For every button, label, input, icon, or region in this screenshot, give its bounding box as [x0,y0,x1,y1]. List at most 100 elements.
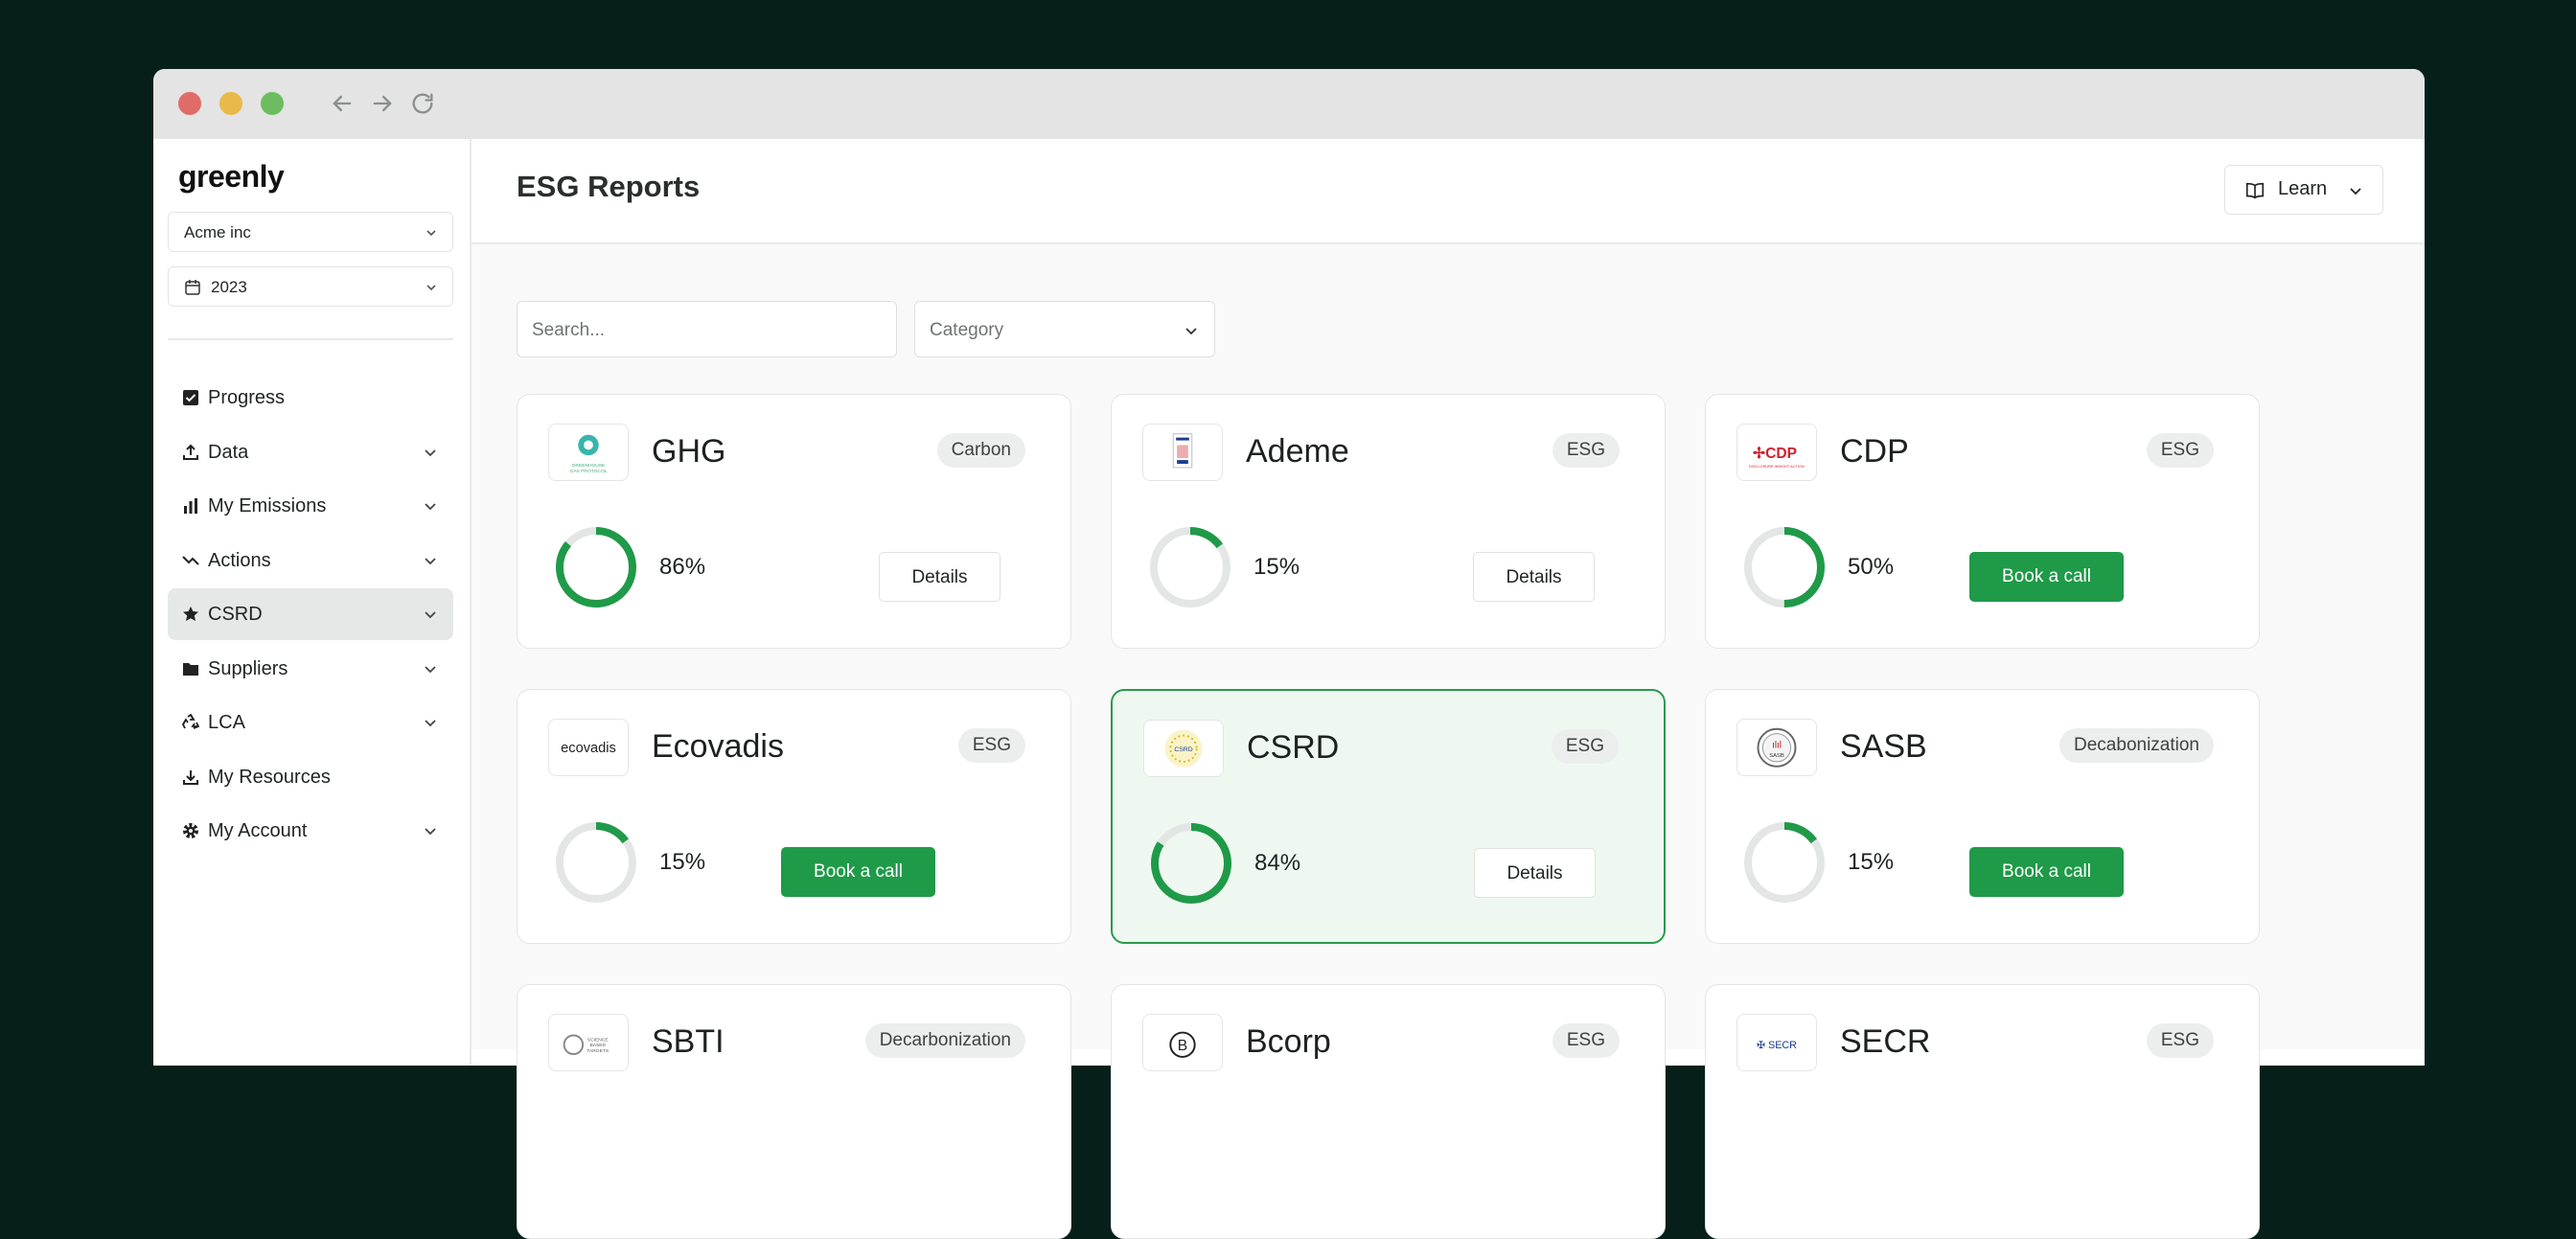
progress-percent: 86% [659,554,706,580]
chevron-down-icon [425,557,436,564]
report-name: CSRD [1247,729,1340,766]
category-select[interactable]: Category [914,301,1215,357]
book-a-call-button[interactable]: Book a call [1969,552,2124,602]
category-badge: Decabonization [2059,728,2214,763]
progress-percent: 15% [1848,849,1895,875]
sasb-logo: ılıl SASB [1736,719,1817,776]
svg-text:CSRD: CSRD [1174,746,1192,753]
progress-ring [1744,527,1825,608]
ecovadis-logo: ecovadis [548,719,629,776]
progress-percent: 84% [1254,850,1301,876]
report-name: SECR [1840,1023,1931,1060]
sidebar-item-label: Actions [208,549,271,571]
chevron-down-icon [425,448,436,456]
download-icon [182,769,199,786]
details-button[interactable]: Details [1473,552,1595,602]
sidebar-item-my-resources[interactable]: My Resources [168,751,453,803]
svg-text:GREENHOUSE: GREENHOUSE [572,463,606,469]
sidebar-item-label: My Account [208,820,308,841]
svg-text:SASB: SASB [1769,753,1784,759]
svg-text:BASED: BASED [589,1043,606,1048]
progress-ring [1744,822,1825,903]
chevron-down-icon [426,230,436,237]
sidebar-item-label: CSRD [208,604,263,625]
search-input[interactable]: Search... [517,301,897,357]
sidebar-item-csrd[interactable]: CSRD [168,588,453,640]
upload-icon [182,444,199,461]
folder-icon [182,660,199,677]
ghg-protocol-logo: GREENHOUSE GAS PROTOCOL [548,424,629,481]
search-placeholder: Search... [532,320,606,340]
report-card-ecovadis[interactable]: ecovadisecovadisEcovadisESG15%Book a cal… [517,689,1071,944]
progress-percent: 15% [1254,554,1300,580]
svg-text:B: B [1178,1038,1187,1054]
report-card-bcorp[interactable]: B Bcorp ESG [1111,984,1666,1239]
page-header [472,139,2425,244]
svg-text:ecovadis: ecovadis [561,741,616,756]
category-badge: ESG [1552,1023,1620,1058]
learn-button[interactable]: Learn [2224,165,2383,215]
report-name: SBTI [652,1023,724,1060]
sidebar-item-my-account[interactable]: My Account [168,805,453,857]
forward-icon[interactable] [369,90,396,117]
sidebar-item-label: Data [208,441,249,463]
page-title: ESG Reports [517,170,701,203]
secr-logo: ✠ SECR [1736,1014,1817,1071]
progress-ring [1150,527,1230,608]
sidebar-item-lca[interactable]: LCA [168,697,453,748]
book-a-call-button[interactable]: Book a call [781,847,935,897]
report-card-sasb[interactable]: ılıl SASB SASB Decabonization 15% Book a call [1705,689,2260,944]
sidebar-item-label: LCA [208,712,245,733]
progress-ring [556,527,636,608]
chevron-down-icon [1185,328,1197,335]
report-name: CDP [1840,433,1909,470]
cdp-logo: ✢CDP DISCLOSURE INSIGHT ACTION [1736,424,1817,481]
report-name: Ecovadis [652,728,784,765]
report-card-secr[interactable]: ✠ SECR SECR ESG [1705,984,2260,1239]
svg-text:✢CDP: ✢CDP [1753,446,1797,462]
sidebar-item-label: Suppliers [208,657,288,679]
csrd-logo: CSRD [1143,720,1224,777]
sidebar-item-data[interactable]: Data [168,426,453,478]
ademe-logo [1142,424,1223,481]
chevron-down-icon [425,665,436,673]
checkbox-icon [182,389,199,406]
report-card-cdp[interactable]: ✢CDP DISCLOSURE INSIGHT ACTION CDP ESG 50% Bo… [1705,394,2260,649]
sidebar-item-actions[interactable]: Actions [168,535,453,586]
category-badge: Carbon [936,433,1025,468]
category-badge: Decarbonization [864,1023,1025,1058]
category-badge: ESG [1552,433,1620,468]
sidebar-item-progress[interactable]: Progress [168,372,453,424]
chevron-down-icon [2350,188,2361,195]
report-card-ghg[interactable]: GREENHOUSE GAS PROTOCOL GHG Carbon 86% Detail… [517,394,1071,649]
svg-text:✠ SECR: ✠ SECR [1757,1040,1797,1051]
report-card-ademe[interactable]: Ademe ESG 15% Details [1111,394,1666,649]
maximize-window-button[interactable] [261,92,284,115]
sidebar-item-label: My Emissions [208,495,327,516]
report-name: Bcorp [1246,1023,1331,1060]
report-card-csrd[interactable]: CSRD CSRD ESG 84% Details [1111,689,1666,944]
sidebar-item-my-emissions[interactable]: My Emissions [168,480,453,532]
close-window-button[interactable] [178,92,201,115]
reload-icon[interactable] [409,90,436,117]
svg-text:GAS PROTOCOL: GAS PROTOCOL [570,469,608,474]
year-select[interactable]: 2023 [168,266,453,307]
book-icon [2245,182,2265,199]
gear-icon [182,822,199,839]
details-button[interactable]: Details [879,552,1000,602]
sbti-logo: SCIENCE BASED TARGETS [548,1014,629,1071]
back-icon[interactable] [329,90,356,117]
bcorp-logo: B [1142,1014,1223,1071]
report-card-sbti[interactable]: SCIENCE BASED TARGETS SBTI Decarbonization [517,984,1071,1239]
sidebar-item-suppliers[interactable]: Suppliers [168,643,453,695]
category-badge: ESG [2146,433,2214,468]
book-a-call-button[interactable]: Book a call [1969,847,2124,897]
greenly-logo[interactable]: greenly [178,159,285,195]
category-badge: ESG [2146,1023,2214,1058]
report-name: Ademe [1246,433,1349,470]
category-badge: ESG [1551,729,1619,764]
details-button[interactable]: Details [1474,848,1596,898]
recycle-icon [181,713,200,731]
company-select[interactable]: Acme inc [168,212,453,252]
minimize-window-button[interactable] [219,92,242,115]
